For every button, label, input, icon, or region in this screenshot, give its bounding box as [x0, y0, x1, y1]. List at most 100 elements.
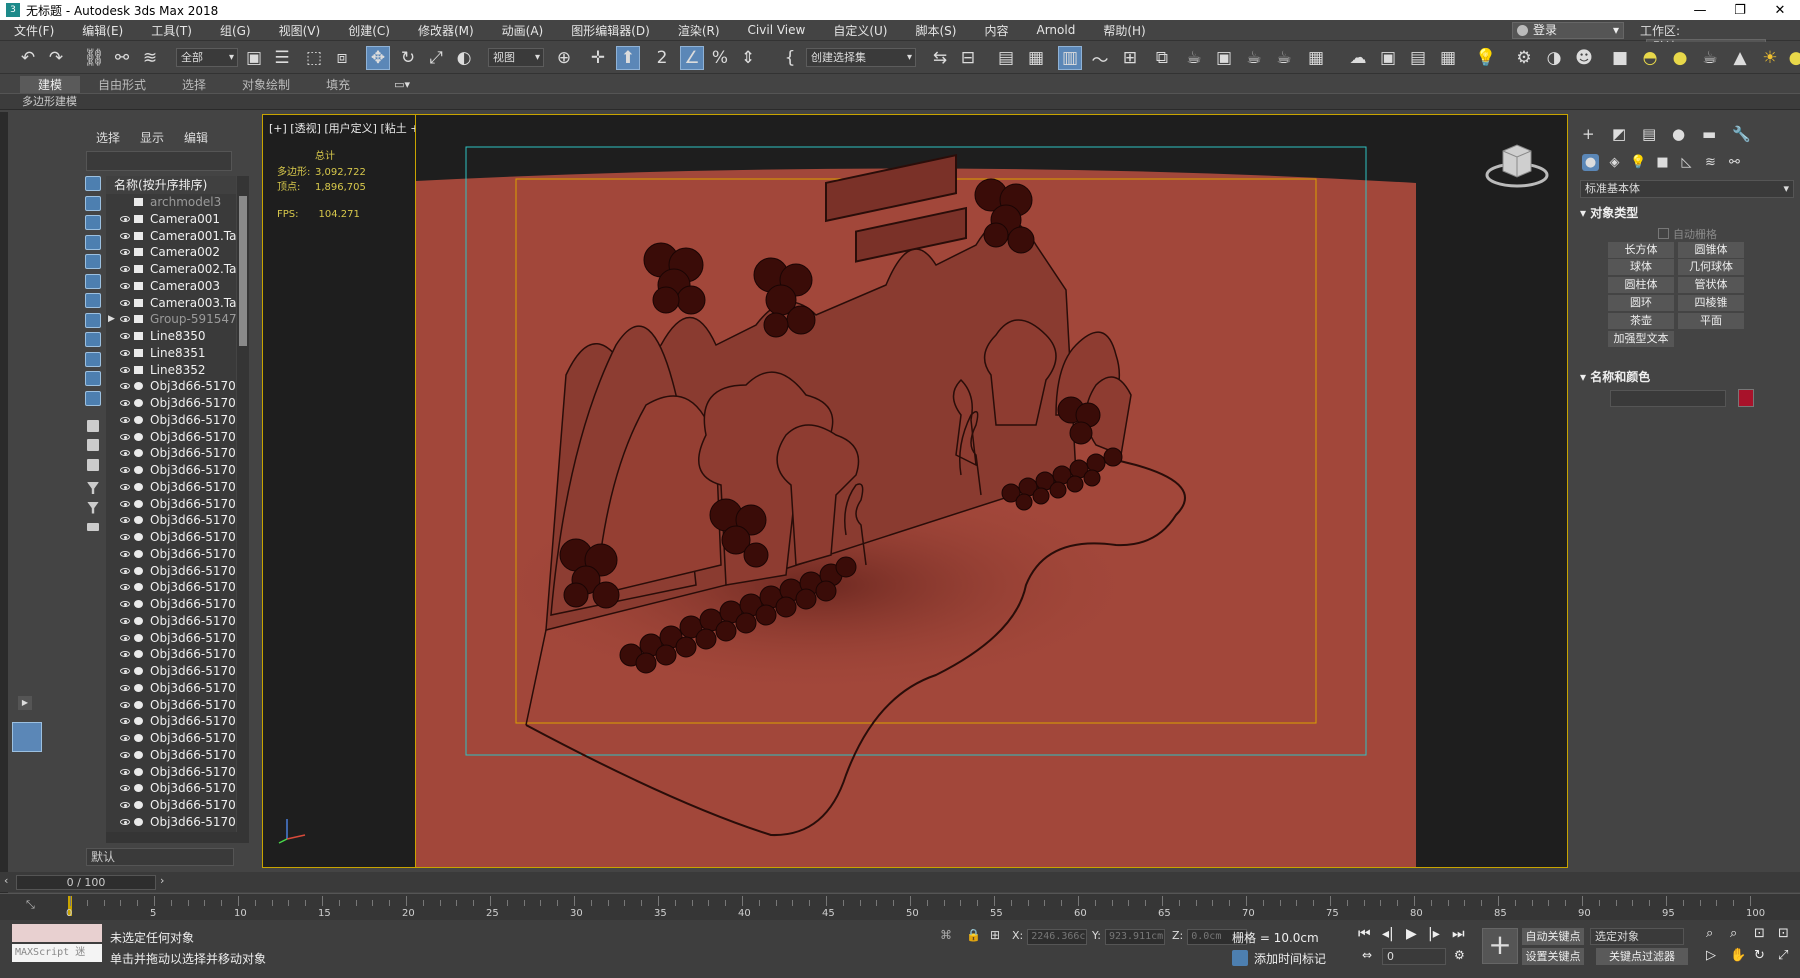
visibility-eye-icon[interactable]	[120, 266, 130, 272]
primitive-category-dropdown[interactable]: 标准基本体	[1580, 180, 1794, 198]
orbit-icon[interactable]: ↻	[1754, 948, 1765, 963]
selected-object-dropdown[interactable]: 选定对象	[1590, 928, 1684, 945]
display-shapes-icon[interactable]	[82, 194, 104, 213]
visibility-eye-icon[interactable]	[120, 282, 130, 289]
list-item[interactable]: Line8351	[106, 345, 236, 362]
tab-freeform[interactable]: 自由形式	[80, 76, 164, 93]
list-item[interactable]: Obj3d66-517083	[106, 713, 236, 730]
redo-icon[interactable]: ↷	[44, 46, 68, 70]
list-item[interactable]: Obj3d66-517083	[106, 529, 236, 546]
visibility-eye-icon[interactable]	[120, 718, 130, 725]
helper-icon[interactable]: ⚙	[1512, 46, 1536, 70]
visibility-eye-icon[interactable]	[120, 316, 130, 323]
create-tab-icon[interactable]: +	[1582, 126, 1598, 142]
list-item[interactable]: Camera001.Target	[106, 228, 236, 245]
set-key-button[interactable]: 设置关键点	[1522, 948, 1584, 965]
visibility-eye-icon[interactable]	[120, 751, 130, 758]
go-to-start-icon[interactable]: ⏮	[1358, 926, 1371, 942]
list-item[interactable]: Obj3d66-517083	[106, 462, 236, 479]
list-item[interactable]: Line8352	[106, 362, 236, 379]
unlink-icon[interactable]: ⚯	[110, 46, 134, 70]
zoom-icon[interactable]: ⌕	[1706, 926, 1713, 941]
list-item[interactable]: Obj3d66-517083	[106, 747, 236, 764]
object-type-rollout[interactable]: 对象类型	[1580, 204, 1792, 221]
filter-icon[interactable]	[82, 479, 104, 498]
list-item[interactable]: Camera002.Target	[106, 261, 236, 278]
sphere-icon[interactable]: ●	[1668, 46, 1692, 70]
list-item[interactable]: Obj3d66-517083	[106, 646, 236, 663]
menu-graph-editors[interactable]: 图形编辑器(D)	[557, 22, 664, 39]
bind-spacewarp-icon[interactable]: ≋	[138, 46, 162, 70]
display-containers-icon[interactable]	[82, 350, 104, 369]
cylinder-button[interactable]: 圆柱体	[1608, 277, 1674, 293]
display-hidden-icon[interactable]	[82, 389, 104, 408]
schematic-view-icon[interactable]: ⊞	[1118, 46, 1142, 70]
sun-icon[interactable]: ☀	[1758, 46, 1782, 70]
poly-modeling-panel[interactable]: 多边形建模	[0, 93, 1800, 110]
visibility-eye-icon[interactable]	[120, 651, 130, 658]
render-grid-icon[interactable]: ▦	[1304, 46, 1328, 70]
ribbon-options-icon[interactable]: ▭▾	[394, 78, 410, 91]
align-icon[interactable]: ⊟	[956, 46, 980, 70]
helpers-icon[interactable]: ◺	[1678, 154, 1695, 171]
lights-icon[interactable]: 💡	[1630, 154, 1647, 171]
list-item[interactable]: archmodel3	[106, 194, 236, 211]
render-iterative-icon[interactable]: ☕	[1272, 46, 1296, 70]
box-prim-icon[interactable]: ■	[1608, 46, 1632, 70]
display-bones-icon[interactable]	[82, 330, 104, 349]
visibility-eye-icon[interactable]	[120, 215, 130, 222]
visibility-eye-icon[interactable]	[120, 818, 130, 825]
keyboard-shortcut-icon[interactable]: ⬆	[616, 46, 640, 70]
disc-icon[interactable]: ●	[1784, 46, 1800, 70]
visibility-eye-icon[interactable]	[120, 333, 130, 339]
list-item[interactable]: Obj3d66-517083	[106, 412, 236, 429]
select-object-icon[interactable]: ▣	[242, 46, 266, 70]
layer-dropdown[interactable]: 默认	[86, 848, 234, 866]
add-time-tag[interactable]: 添加时间标记	[1254, 950, 1326, 967]
visibility-eye-icon[interactable]	[120, 383, 130, 390]
menu-arnold[interactable]: Arnold	[1022, 23, 1089, 37]
play-icon[interactable]: ▶	[1406, 926, 1417, 942]
close-icon[interactable]: ✕	[1760, 3, 1800, 18]
object-name-input[interactable]	[1610, 390, 1726, 407]
shader-icon[interactable]: ◑	[1542, 46, 1566, 70]
auto-key-button[interactable]: 自动关键点	[1522, 928, 1584, 945]
layer-explorer-icon[interactable]: ▤	[994, 46, 1018, 70]
visibility-eye-icon[interactable]	[120, 701, 130, 708]
x-coord-field[interactable]: 2246.366c	[1027, 929, 1088, 945]
mirror-icon[interactable]: ⇆	[928, 46, 952, 70]
list-item[interactable]: Obj3d66-517083	[106, 697, 236, 714]
time-tag-icon[interactable]	[1232, 950, 1248, 966]
curve-editor-icon[interactable]: 〜	[1088, 46, 1112, 71]
window-crossing-icon[interactable]: ⧈	[330, 46, 354, 70]
list-item[interactable]: Obj3d66-517083	[106, 546, 236, 563]
list-item[interactable]: Line8350	[106, 328, 236, 345]
folder-icon[interactable]	[82, 518, 104, 537]
display-none-icon[interactable]	[82, 436, 104, 455]
scale-icon[interactable]: ⤢	[424, 46, 448, 70]
autogrid-checkbox[interactable]: 自动栅格	[1658, 226, 1717, 242]
menu-file[interactable]: 文件(F)	[0, 22, 68, 39]
display-frozen-icon[interactable]	[82, 369, 104, 388]
visibility-eye-icon[interactable]	[120, 467, 130, 473]
list-item[interactable]: Obj3d66-517083	[106, 378, 236, 395]
pyramid-button[interactable]: 四棱锥	[1678, 295, 1744, 311]
visibility-eye-icon[interactable]	[120, 735, 130, 741]
render-production-icon[interactable]: ☕	[1242, 46, 1266, 70]
list-item[interactable]: Obj3d66-517083	[106, 429, 236, 446]
se-menu-select[interactable]: 选择	[96, 129, 120, 146]
list-item[interactable]: Camera003	[106, 278, 236, 295]
tab-populate[interactable]: 填充	[308, 76, 368, 93]
box-button[interactable]: 长方体	[1608, 242, 1674, 258]
utilities-tab-icon[interactable]: 🔧	[1732, 126, 1751, 142]
menu-edit[interactable]: 编辑(E)	[68, 22, 137, 39]
shapes-icon[interactable]: ◈	[1606, 154, 1623, 171]
sphere-button[interactable]: 球体	[1608, 259, 1674, 275]
rect-selection-icon[interactable]: ⬚	[302, 46, 326, 70]
menu-modifiers[interactable]: 修改器(M)	[404, 22, 488, 39]
tab-modeling[interactable]: 建模	[20, 75, 81, 93]
visibility-eye-icon[interactable]	[120, 534, 130, 540]
visibility-eye-icon[interactable]	[120, 299, 130, 306]
select-by-name-icon[interactable]: ☰	[270, 46, 294, 70]
rotate-icon[interactable]: ↻	[396, 46, 420, 70]
